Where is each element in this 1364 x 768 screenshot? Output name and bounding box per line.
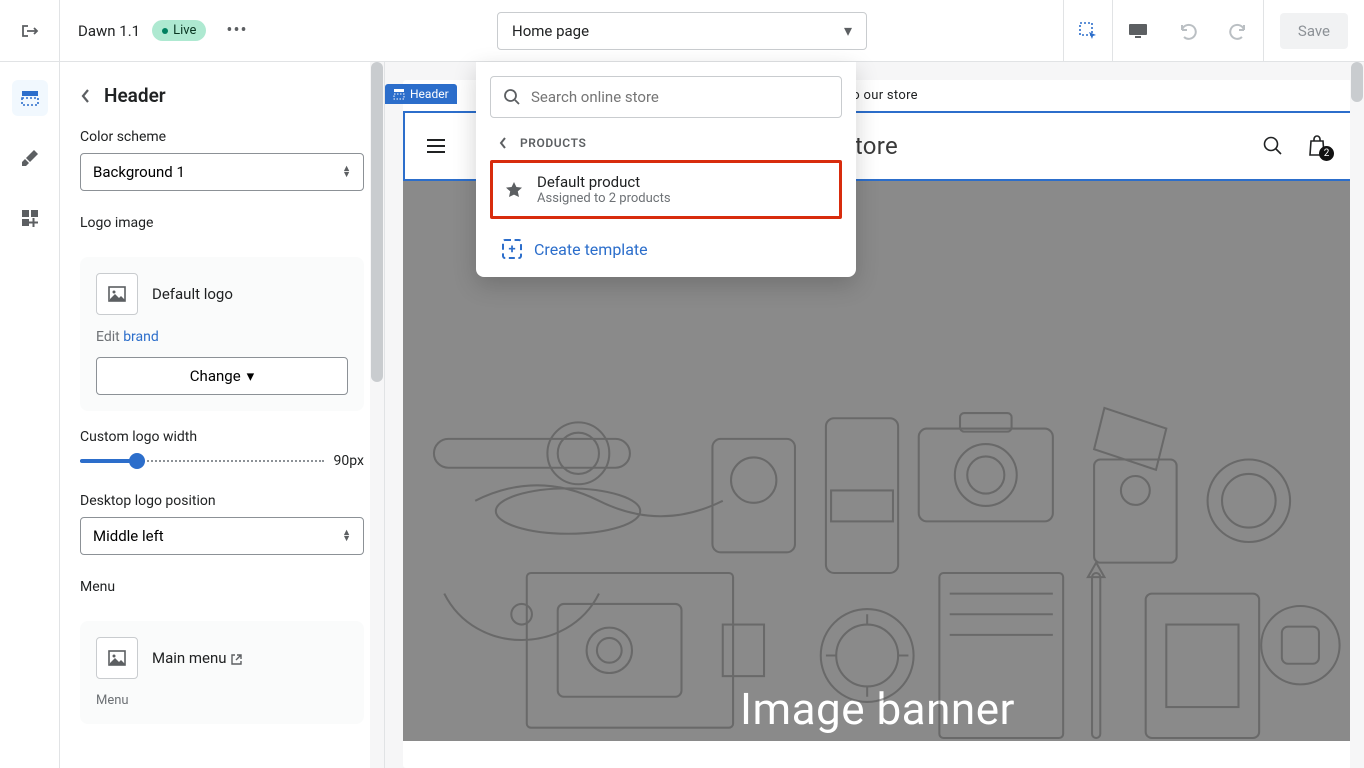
menu-row: Main menu [96, 637, 348, 679]
dropdown-crumb[interactable]: PRODUCTS [490, 118, 842, 158]
chevron-left-icon [498, 136, 508, 150]
menu-toggle-button[interactable] [427, 139, 445, 153]
desktop-icon [1127, 22, 1149, 40]
search-icon[interactable] [1262, 135, 1284, 157]
plus-dashed-icon: + [502, 239, 522, 259]
template-selector-label: Home page [512, 22, 844, 40]
external-link-icon [230, 653, 243, 666]
slider-value: 90px [334, 453, 364, 469]
product-item-subtitle: Assigned to 2 products [537, 191, 671, 206]
menu-thumbnail[interactable] [96, 637, 138, 679]
inspector-icon [1077, 20, 1099, 42]
sidebar-header: Header [60, 62, 384, 117]
settings-sidebar: Header Color scheme Background 1 ▲▼ Logo… [60, 62, 385, 768]
brand-link[interactable]: brand [123, 329, 159, 345]
menu-card: Main menu Menu [80, 621, 364, 724]
header-icons: 2 [1262, 134, 1328, 158]
color-scheme-field: Color scheme Background 1 ▲▼ [60, 117, 384, 203]
redo-icon [1228, 21, 1248, 41]
field-label: Menu [80, 579, 364, 595]
search-input-field[interactable] [531, 88, 829, 106]
undo-icon [1178, 21, 1198, 41]
logo-card: Default logo Edit brand Change ▾ [80, 257, 364, 411]
inspector-button[interactable] [1063, 0, 1113, 62]
theme-info: Dawn 1.1 Live ••• [60, 20, 266, 41]
more-menu-button[interactable]: ••• [226, 20, 247, 41]
theme-settings-tab[interactable] [12, 140, 48, 176]
desktop-position-select[interactable]: Middle left ▲▼ [80, 517, 364, 555]
menu-sublabel: Menu [96, 693, 348, 708]
width-slider-row: 90px [80, 453, 364, 469]
paintbrush-icon [20, 148, 40, 168]
sections-icon [20, 88, 40, 108]
undo-redo-group [1163, 0, 1264, 62]
field-label: Custom logo width [80, 429, 364, 445]
menu-field: Menu [60, 567, 384, 615]
change-logo-button[interactable]: Change ▾ [96, 357, 348, 395]
topbar: Dawn 1.1 Live ••• Home page ▾ Save [0, 0, 1364, 62]
icon-rail [0, 62, 60, 768]
select-updown-icon: ▲▼ [342, 166, 351, 178]
redo-button[interactable] [1213, 0, 1263, 62]
template-search[interactable] [490, 76, 842, 118]
product-item-title: Default product [537, 173, 671, 191]
apps-icon [20, 208, 40, 228]
star-icon [505, 181, 523, 199]
edit-brand-text: Edit brand [96, 329, 348, 345]
field-label: Desktop logo position [80, 493, 364, 509]
field-label: Logo image [80, 215, 364, 231]
sidebar-scrollbar[interactable] [370, 62, 384, 768]
scrollbar-thumb[interactable] [371, 62, 383, 382]
sidebar-title: Header [104, 84, 166, 107]
section-icon [393, 88, 405, 100]
app-embeds-tab[interactable] [12, 200, 48, 236]
template-dropdown: PRODUCTS Default product Assigned to 2 p… [476, 62, 856, 277]
logo-thumbnail[interactable] [96, 273, 138, 315]
logo-row: Default logo [96, 273, 348, 315]
crumb-label: PRODUCTS [520, 136, 586, 150]
template-selector[interactable]: Home page ▾ [497, 12, 867, 50]
preview-scrollbar[interactable] [1350, 62, 1364, 768]
cart-count-badge: 2 [1319, 146, 1334, 161]
image-icon [107, 284, 127, 304]
width-slider[interactable] [80, 453, 324, 469]
exit-button[interactable] [0, 0, 60, 62]
undo-button[interactable] [1163, 0, 1213, 62]
caret-down-icon: ▾ [247, 367, 255, 385]
logo-name: Default logo [152, 285, 233, 303]
color-scheme-select[interactable]: Background 1 ▲▼ [80, 153, 364, 191]
caret-down-icon: ▾ [844, 21, 852, 40]
scrollbar-thumb[interactable] [1351, 62, 1363, 102]
topbar-right: Save [1063, 0, 1364, 62]
custom-width-field: Custom logo width 90px [60, 417, 384, 481]
live-badge: Live [152, 20, 206, 41]
logo-image-field: Logo image [60, 203, 384, 251]
create-template-button[interactable]: + Create template [490, 229, 842, 269]
default-product-item[interactable]: Default product Assigned to 2 products [490, 160, 842, 219]
sections-tab[interactable] [12, 80, 48, 116]
viewport-desktop-button[interactable] [1113, 0, 1163, 62]
theme-name: Dawn 1.1 [78, 22, 140, 40]
cart-button[interactable]: 2 [1306, 134, 1328, 158]
sidebar-back-button[interactable] [80, 87, 92, 105]
exit-icon [20, 21, 40, 41]
slider-knob[interactable] [129, 453, 145, 469]
save-button[interactable]: Save [1280, 13, 1348, 49]
field-label: Color scheme [80, 129, 364, 145]
desktop-position-field: Desktop logo position Middle left ▲▼ [60, 481, 384, 567]
select-updown-icon: ▲▼ [342, 530, 351, 542]
menu-name: Main menu [152, 649, 243, 667]
image-icon [107, 648, 127, 668]
chevron-left-icon [80, 87, 92, 105]
header-section-tag[interactable]: Header [385, 84, 457, 104]
search-icon [503, 88, 521, 106]
